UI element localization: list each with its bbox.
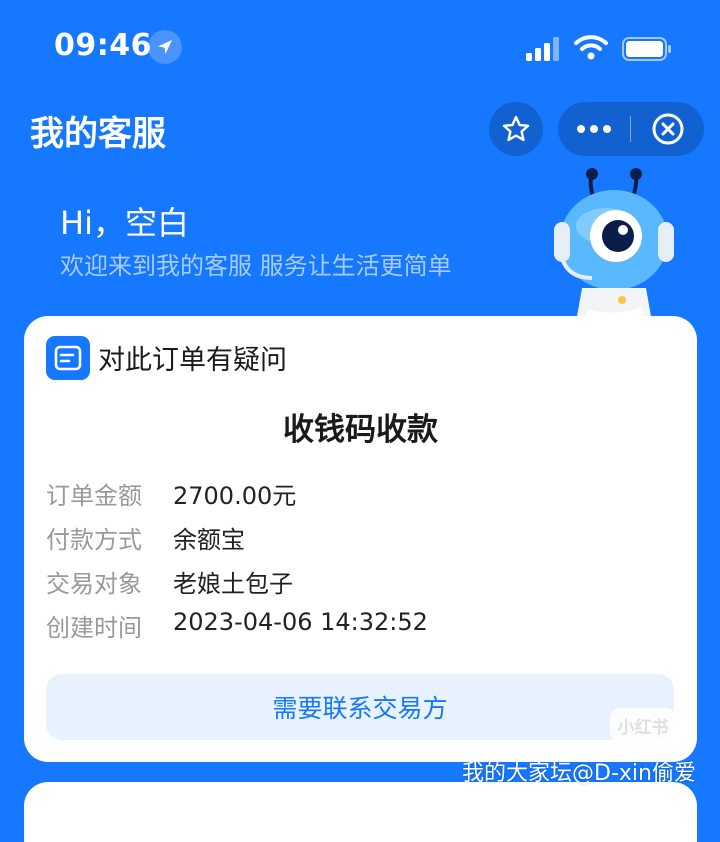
counterparty-label: 交易对象 (46, 570, 142, 598)
order-title: 收钱码收款 (283, 412, 438, 448)
payment-method-label: 付款方式 (46, 526, 142, 554)
cellular-signal-icon (526, 37, 559, 61)
card-title: 对此订单有疑问 (98, 345, 287, 376)
mini-program-capsule (558, 102, 704, 156)
counterparty-value: 老娘土包子 (173, 570, 293, 598)
greeting-text: Hi，空白 (60, 204, 189, 242)
location-arrow-icon (148, 30, 182, 64)
next-card-edge (24, 782, 697, 842)
created-time-value: 2023-04-06 14:32:52 (173, 608, 428, 636)
favorite-button[interactable] (489, 102, 543, 156)
watermark-text: 我的大家坛@D-xin偷爱 (462, 761, 696, 786)
page-title: 我的客服 (30, 114, 166, 154)
watermark-logo: 小红书 (610, 708, 676, 742)
mascot-illustration (554, 168, 674, 322)
wifi-icon (574, 35, 608, 60)
order-card: 对此订单有疑问 收钱码收款 订单金额 2700.00元 付款方式 余额宝 交易对… (24, 316, 697, 762)
capsule-divider (630, 116, 631, 142)
battery-icon (622, 37, 671, 61)
contact-counterparty-button[interactable]: 需要联系交易方 (46, 674, 674, 740)
status-time: 09:46 (54, 28, 152, 63)
payment-method-value: 余额宝 (173, 526, 245, 554)
more-button[interactable] (558, 102, 630, 156)
order-amount-value: 2700.00元 (173, 482, 297, 510)
created-time-label: 创建时间 (46, 614, 142, 642)
order-amount-label: 订单金额 (46, 482, 142, 510)
more-icon (577, 125, 611, 133)
welcome-text: 欢迎来到我的客服 服务让生活更简单 (60, 252, 452, 280)
status-bar: 09:46 (0, 0, 720, 96)
close-icon (652, 113, 684, 145)
close-button[interactable] (632, 102, 704, 156)
star-icon (502, 115, 530, 142)
order-doc-icon (46, 336, 90, 380)
